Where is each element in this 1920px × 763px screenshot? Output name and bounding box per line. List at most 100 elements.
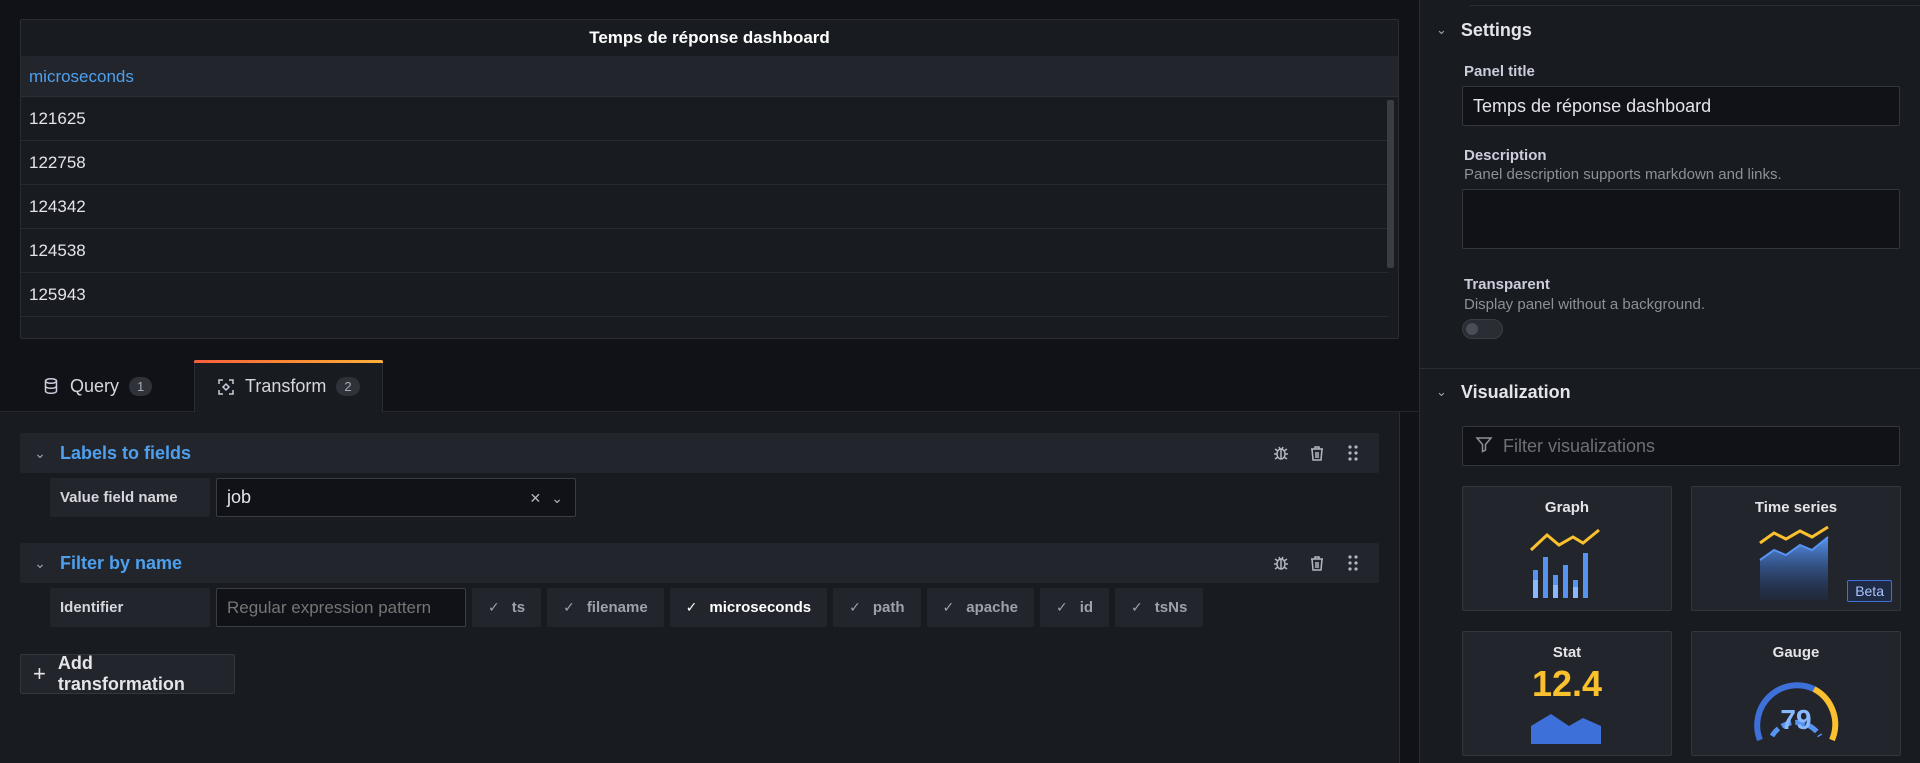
- transformation-name: Filter by name: [60, 552, 183, 573]
- transformation-header-filter-by-name[interactable]: ⌄ Filter by name: [20, 543, 1379, 583]
- panel-title: Temps de réponse dashboard: [589, 28, 830, 47]
- settings-section-header[interactable]: ⌄ Settings: [1420, 6, 1920, 54]
- check-icon: ✓: [942, 599, 955, 615]
- editor-left-pane: Temps de réponse dashboard microseconds …: [0, 0, 1418, 763]
- trash-icon[interactable]: [1307, 443, 1327, 463]
- check-icon: ✓: [1131, 599, 1143, 615]
- clear-icon[interactable]: ✕: [530, 490, 542, 507]
- transformation-header-labels-to-fields[interactable]: ⌄ Labels to fields: [20, 433, 1379, 473]
- chevron-down-icon[interactable]: ⌄: [1436, 384, 1447, 400]
- field-chip-label: path: [872, 599, 905, 616]
- check-icon: ✓: [1055, 599, 1068, 615]
- check-icon: ✓: [563, 599, 575, 615]
- tab-transform-label: Transform: [245, 376, 327, 396]
- regex-pattern-input[interactable]: [216, 588, 466, 627]
- value-field-name-select[interactable]: job ✕ ⌄: [216, 478, 576, 517]
- transform-icon: [217, 378, 235, 396]
- viz-card-graph[interactable]: Graph: [1462, 486, 1672, 611]
- add-transformation-label: Add transformation: [57, 653, 185, 694]
- table-row: 121625: [21, 97, 1389, 141]
- settings-title: Settings: [1460, 19, 1532, 40]
- table-scrollbar[interactable]: [1387, 100, 1394, 268]
- value-field-name-label: Value field name: [50, 478, 210, 517]
- field-chip-microseconds[interactable]: ✓ microseconds: [669, 588, 828, 627]
- visualization-title: Visualization: [1460, 381, 1571, 402]
- viz-card-title: Stat: [1552, 644, 1582, 661]
- viz-card-gauge[interactable]: Gauge 79: [1691, 631, 1901, 756]
- field-chip-filename[interactable]: ✓ filename: [547, 588, 664, 627]
- table-row: 124342: [21, 185, 1389, 229]
- transformations-editor: ⌄ Labels to fields Value field name job …: [0, 412, 1400, 763]
- database-icon: [42, 377, 60, 395]
- table-row: 125943: [21, 273, 1389, 317]
- description-label: Description: [1464, 147, 1547, 164]
- chevron-down-icon[interactable]: ⌄: [551, 490, 563, 507]
- tab-query[interactable]: Query 1: [20, 360, 174, 412]
- graph-viz-icon: [1529, 528, 1600, 598]
- viz-card-title: Gauge: [1772, 644, 1820, 661]
- debug-icon[interactable]: [1271, 553, 1291, 573]
- viz-card-stat[interactable]: Stat 12.4: [1462, 631, 1672, 756]
- chevron-down-icon[interactable]: ⌄: [1436, 22, 1447, 38]
- transformation-actions: [1271, 553, 1363, 573]
- trash-icon[interactable]: [1307, 553, 1327, 573]
- chevron-down-icon[interactable]: ⌄: [20, 445, 60, 462]
- transparent-toggle[interactable]: [1462, 319, 1503, 339]
- transparent-help: Display panel without a background.: [1464, 296, 1705, 313]
- add-transformation-button[interactable]: + Add transformation: [20, 653, 235, 694]
- plus-icon: +: [33, 661, 46, 686]
- field-chip-apache[interactable]: ✓ apache: [926, 588, 1034, 627]
- check-icon: ✓: [488, 599, 500, 615]
- tab-transform-count: 2: [336, 377, 360, 396]
- transparent-label: Transparent: [1464, 276, 1550, 293]
- value-field-name-value: job: [227, 487, 252, 507]
- field-chip-label: filename: [586, 599, 648, 616]
- stat-sparkline-icon: [1531, 714, 1601, 744]
- description-textarea[interactable]: [1462, 189, 1900, 249]
- column-header-microseconds[interactable]: microseconds: [21, 56, 1398, 97]
- filter-icon: [1475, 435, 1493, 458]
- field-chip-label: id: [1079, 599, 1094, 616]
- panel-preview: Temps de réponse dashboard microseconds …: [20, 19, 1399, 339]
- field-chip-id[interactable]: ✓ id: [1039, 588, 1110, 627]
- gauge-value: 79: [1780, 704, 1812, 735]
- check-icon: ✓: [849, 599, 861, 615]
- debug-icon[interactable]: [1271, 443, 1291, 463]
- labels-to-fields-options: Value field name job ✕ ⌄: [50, 478, 576, 517]
- filter-visualizations-input[interactable]: Filter visualizations: [1462, 426, 1900, 466]
- filter-by-name-options: Identifier ✓ ts ✓ filename ✓ microseconds ✓…: [50, 588, 1204, 627]
- panel-title-label: Panel title: [1464, 63, 1535, 80]
- beta-badge: Beta: [1847, 580, 1892, 602]
- field-chip-path[interactable]: ✓ path: [833, 588, 921, 627]
- field-chip-ts[interactable]: ✓ ts: [472, 588, 542, 627]
- viz-card-title: Graph: [1544, 499, 1590, 516]
- visualization-section-header[interactable]: ⌄ Visualization: [1420, 368, 1920, 416]
- check-icon: ✓: [685, 599, 698, 615]
- viz-card-time-series[interactable]: Time series Beta: [1691, 486, 1901, 611]
- field-chip-label: tsNs: [1154, 599, 1188, 616]
- field-chip-label: apache: [966, 599, 1018, 616]
- editor-tabs: Query 1 Transform 2: [0, 359, 1418, 412]
- panel-title-input[interactable]: Temps de réponse dashboard: [1462, 86, 1900, 126]
- description-help: Panel description supports markdown and …: [1464, 166, 1782, 183]
- transformation-name: Labels to fields: [60, 442, 192, 463]
- tab-query-label: Query: [70, 375, 120, 396]
- table-row: 124538: [21, 229, 1389, 273]
- table-body: 121625 122758 124342 124538 125943: [21, 97, 1389, 317]
- stat-value: 12.4: [1531, 663, 1603, 704]
- field-chip-tsNs[interactable]: ✓ tsNs: [1115, 588, 1204, 627]
- field-chip-label: microseconds: [709, 599, 812, 616]
- drag-handle-icon[interactable]: [1343, 553, 1363, 573]
- field-chip-label: ts: [511, 599, 526, 616]
- identifier-label: Identifier: [50, 588, 210, 627]
- drag-handle-icon[interactable]: [1343, 443, 1363, 463]
- table-row: 122758: [21, 141, 1389, 185]
- viz-card-title: Time series: [1754, 499, 1838, 516]
- chevron-down-icon[interactable]: ⌄: [20, 555, 60, 572]
- tab-query-count: 1: [129, 376, 153, 396]
- time-series-viz-icon: [1759, 525, 1829, 600]
- filter-placeholder: Filter visualizations: [1503, 435, 1656, 456]
- transformation-actions: [1271, 443, 1363, 463]
- options-pane: ⌄ Settings Panel title Temps de réponse …: [1419, 0, 1920, 763]
- tab-transform[interactable]: Transform 2: [194, 360, 383, 412]
